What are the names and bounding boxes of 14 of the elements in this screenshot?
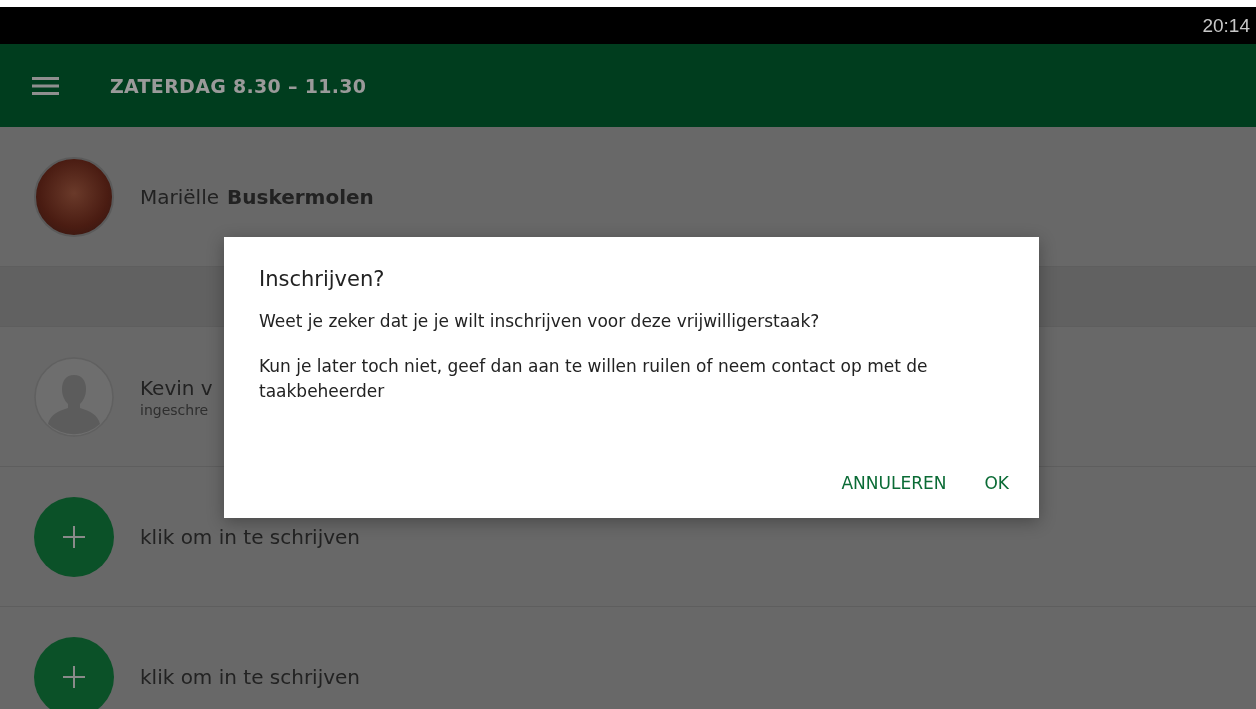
member-status: ingeschre: [140, 401, 210, 418]
first-name: Mariëlle: [140, 184, 219, 209]
clock-time: 20:14: [1202, 14, 1250, 37]
screen-title: ZATERDAG 8.30 – 11.30: [110, 74, 367, 97]
dialog-message: Kun je later toch niet, geef dan aan te willen ruilen of neem contact op met de taakbeheerder: [259, 355, 929, 403]
menu-icon[interactable]: [32, 75, 60, 96]
last-name: Buskermolen: [227, 184, 374, 209]
dialog-title: Inschrijven?: [259, 267, 386, 291]
dialog-message: Weet je zeker dat je je wilt inschrijven voor deze vrijwilligerstaak?: [259, 310, 821, 333]
ok-button[interactable]: OK: [969, 465, 1024, 501]
plus-icon: [63, 665, 85, 688]
first-name: Kevin v: [140, 375, 213, 400]
cancel-button[interactable]: ANNULEREN: [826, 465, 962, 501]
plus-icon: [63, 525, 85, 548]
